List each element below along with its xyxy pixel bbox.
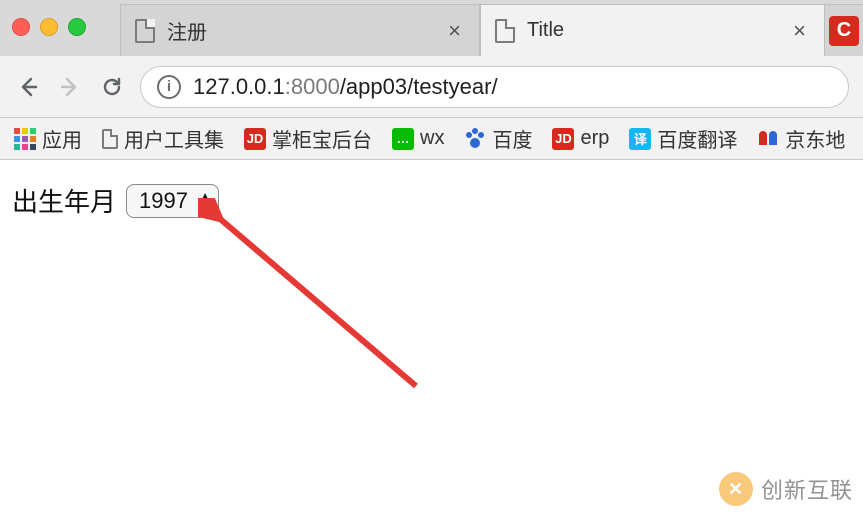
url-host: 127.0.0.1	[193, 74, 285, 99]
back-button[interactable]	[14, 73, 42, 101]
arrow-left-icon	[16, 75, 40, 99]
tab-register[interactable]: 注册 ×	[120, 4, 480, 56]
maximize-window-button[interactable]	[68, 18, 86, 36]
bookmark-wx[interactable]: … wx	[392, 127, 444, 150]
tab-title: Title	[527, 19, 789, 42]
page-icon	[135, 19, 155, 43]
jd-icon: JD	[244, 128, 266, 150]
address-bar[interactable]: i 127.0.0.1:8000/app03/testyear/	[140, 66, 849, 108]
nav-toolbar: i 127.0.0.1:8000/app03/testyear/	[0, 56, 863, 118]
site-info-icon[interactable]: i	[157, 75, 181, 99]
watermark: ✕ 创新互联	[719, 472, 853, 506]
url-path: /app03/testyear/	[340, 74, 498, 99]
forward-button[interactable]	[56, 73, 84, 101]
tab-title-page[interactable]: Title ×	[480, 4, 825, 56]
bookmark-label: erp	[580, 127, 609, 150]
bookmark-erp[interactable]: JD erp	[552, 127, 609, 150]
extension-icon: C	[829, 16, 859, 46]
minimize-window-button[interactable]	[40, 18, 58, 36]
extension-slot[interactable]: C	[825, 4, 863, 56]
bookmark-label: 百度翻译	[657, 124, 737, 153]
bookmark-baidu-fanyi[interactable]: 译 百度翻译	[629, 124, 737, 153]
bookmark-label: 应用	[42, 124, 82, 153]
bookmark-apps[interactable]: 应用	[14, 124, 82, 153]
field-label: 出生年月	[12, 182, 116, 219]
select-stepper-icon: ▲▼	[200, 192, 210, 210]
bookmark-baidu[interactable]: 百度	[464, 124, 532, 153]
bookmark-label: 百度	[492, 124, 532, 153]
baidu-icon	[464, 128, 486, 150]
bookmark-jingdong[interactable]: 京东地	[757, 124, 845, 153]
bookmark-label: 用户工具集	[124, 124, 224, 153]
page-content: 出生年月 1997 ▲▼	[0, 160, 863, 241]
bookmark-label: wx	[420, 127, 444, 150]
translate-icon: 译	[629, 128, 651, 150]
watermark-badge-icon: ✕	[719, 472, 753, 506]
arrow-right-icon	[58, 75, 82, 99]
jingdong-icon	[757, 128, 779, 150]
year-select-value: 1997	[139, 188, 188, 214]
bookmark-zhanggui[interactable]: JD 掌柜宝后台	[244, 124, 372, 153]
apps-grid-icon	[14, 128, 36, 150]
window-controls	[12, 18, 86, 36]
year-select[interactable]: 1997 ▲▼	[126, 184, 219, 218]
close-tab-icon[interactable]: ×	[444, 20, 465, 42]
bookmark-user-tools[interactable]: 用户工具集	[102, 124, 224, 153]
wechat-icon: …	[392, 128, 414, 150]
bookmarks-bar: 应用 用户工具集 JD 掌柜宝后台 … wx 百度 JD erp 译 百度翻译 …	[0, 118, 863, 160]
jd-icon: JD	[552, 128, 574, 150]
reload-icon	[100, 75, 124, 99]
watermark-text: 创新互联	[761, 473, 853, 505]
close-tab-icon[interactable]: ×	[789, 20, 810, 42]
bookmark-label: 掌柜宝后台	[272, 124, 372, 153]
birth-year-field: 出生年月 1997 ▲▼	[12, 182, 851, 219]
close-window-button[interactable]	[12, 18, 30, 36]
page-icon	[102, 129, 118, 149]
url-port: :8000	[285, 74, 340, 99]
tab-title: 注册	[167, 16, 444, 45]
url-text: 127.0.0.1:8000/app03/testyear/	[193, 74, 498, 100]
tab-strip: 注册 × Title × C	[0, 0, 863, 56]
reload-button[interactable]	[98, 73, 126, 101]
bookmark-label: 京东地	[785, 124, 845, 153]
tabs-container: 注册 × Title × C	[120, 0, 863, 56]
page-icon	[495, 19, 515, 43]
